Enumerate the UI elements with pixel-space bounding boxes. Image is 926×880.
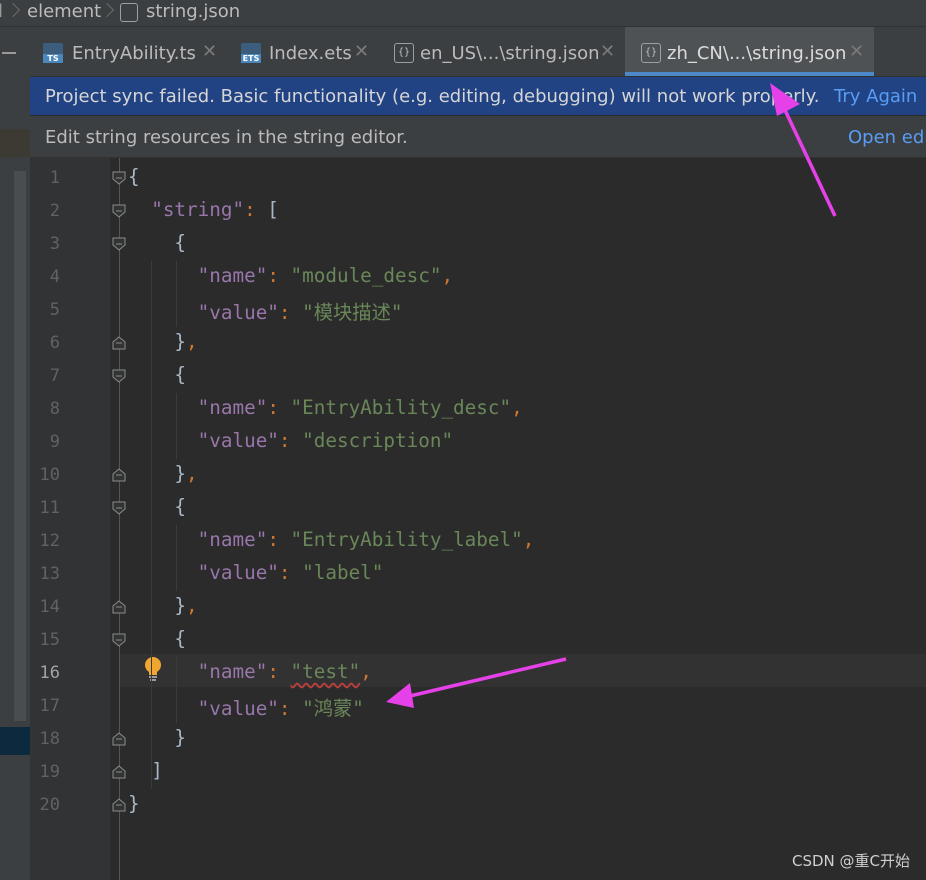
breadcrumb: l element string.json [0,0,926,27]
tab-zh-cn-string-json[interactable]: {} zh_CN\...\string.json ✕ [625,27,874,76]
line-number: 6 [49,333,60,353]
fold-end-icon[interactable] [112,732,126,746]
json-file-icon: {} [394,43,414,63]
line-number: 2 [49,201,60,221]
line-number: 19 [39,762,60,782]
minimize-icon[interactable] [2,52,16,54]
code-line[interactable]: }, [128,594,197,617]
code-line[interactable]: { [128,495,186,518]
fold-collapse-icon[interactable] [112,501,126,515]
line-number: 12 [39,531,60,551]
line-number: 7 [49,366,60,386]
panel-scrollbar[interactable] [14,171,26,721]
ts-file-icon: TS [43,43,63,63]
code-line[interactable]: "name": "EntryAbility_label", [128,528,535,551]
breadcrumb-separator-icon [106,2,107,24]
indent-guide [176,525,177,591]
tab-en-us-string-json[interactable]: {} en_US\...\string.json ✕ [379,27,624,76]
code-line[interactable]: "name": "test", [128,660,372,683]
line-number: 15 [39,630,60,650]
code-editor[interactable]: { "string": [ { "name": "module_desc", "… [30,158,926,880]
code-line[interactable]: }, [128,330,197,353]
try-again-link[interactable]: Try Again [834,86,917,107]
tab-label: zh_CN\...\string.json [667,43,847,64]
indent-guide [176,393,177,459]
tab-label: EntryAbility.ts [72,43,196,64]
fold-collapse-icon[interactable] [112,369,126,383]
fold-collapse-icon[interactable] [112,237,126,251]
line-number: 16 [39,663,60,683]
line-number: 14 [39,597,60,617]
line-number: 13 [39,564,60,584]
intention-bulb-icon[interactable] [142,656,164,682]
code-line[interactable]: "value": "模块描述" [128,297,403,325]
code-line[interactable]: "name": "EntryAbility_desc", [128,396,523,419]
line-number: 9 [49,432,60,452]
code-line[interactable]: { [128,165,140,188]
close-icon[interactable]: ✕ [202,41,217,62]
fold-end-icon[interactable] [112,798,126,812]
line-number: 1 [49,168,60,188]
string-editor-message: Edit string resources in the string edit… [45,127,408,148]
json-file-icon: {} [641,43,661,63]
json-file-icon [120,3,138,22]
code-line[interactable]: } [128,726,186,749]
ets-file-icon: ETS [241,43,261,63]
breadcrumb-item-file[interactable]: string.json [146,1,240,22]
indent-guide [151,261,152,789]
tab-index-ets[interactable]: ETS Index.ets ✕ [228,27,378,76]
fold-end-icon[interactable] [112,765,126,779]
indent-guide [176,261,177,327]
code-line[interactable]: }, [128,462,197,485]
code-line[interactable]: "value": "鸿蒙" [128,693,364,721]
line-number: 20 [39,795,60,815]
fold-collapse-icon[interactable] [112,633,126,647]
breadcrumb-separator-icon [12,2,13,24]
fold-collapse-icon[interactable] [112,204,126,218]
panel-selection-marker [0,129,30,157]
sync-failed-message: Project sync failed. Basic functionality… [45,86,820,107]
fold-end-icon[interactable] [112,468,126,482]
line-number: 4 [49,267,60,287]
code-line[interactable]: { [128,363,186,386]
line-number: 3 [49,234,60,254]
code-line[interactable]: } [128,792,140,815]
indent-guide [176,657,177,723]
code-line[interactable]: { [128,231,186,254]
line-number: 8 [49,399,60,419]
watermark: CSDN @重C开始 [792,852,911,870]
fold-end-icon[interactable] [112,336,126,350]
fold-collapse-icon[interactable] [112,171,126,185]
close-icon[interactable]: ✕ [849,41,864,62]
line-number: 11 [39,498,60,518]
tab-label: en_US\...\string.json [420,43,600,64]
code-line[interactable]: "value": "label" [128,561,384,584]
open-editor-link[interactable]: Open editor [848,127,926,148]
code-line[interactable]: { [128,627,186,650]
line-number: 17 [39,696,60,716]
breadcrumb-truncated-item[interactable]: l [0,1,3,22]
panel-selected-row[interactable] [0,727,30,755]
line-number: 18 [39,729,60,749]
breadcrumb-item-element[interactable]: element [27,1,101,22]
fold-end-icon[interactable] [112,600,126,614]
code-line[interactable]: "string": [ [128,198,279,221]
close-icon[interactable]: ✕ [354,41,369,62]
string-editor-banner: Edit string resources in the string edit… [30,116,926,158]
tab-entryability-ts[interactable]: TS EntryAbility.ts ✕ [30,27,227,76]
editor-tab-bar: TS EntryAbility.ts ✕ ETS Index.ets ✕ {} … [30,27,926,77]
sync-failed-banner: Project sync failed. Basic functionality… [30,77,926,115]
line-number: 5 [49,300,60,320]
tab-label: Index.ets [269,43,352,64]
code-line[interactable]: ] [128,759,163,782]
line-number: 10 [39,465,60,485]
project-panel-edge [0,27,30,880]
close-icon[interactable]: ✕ [600,41,615,62]
